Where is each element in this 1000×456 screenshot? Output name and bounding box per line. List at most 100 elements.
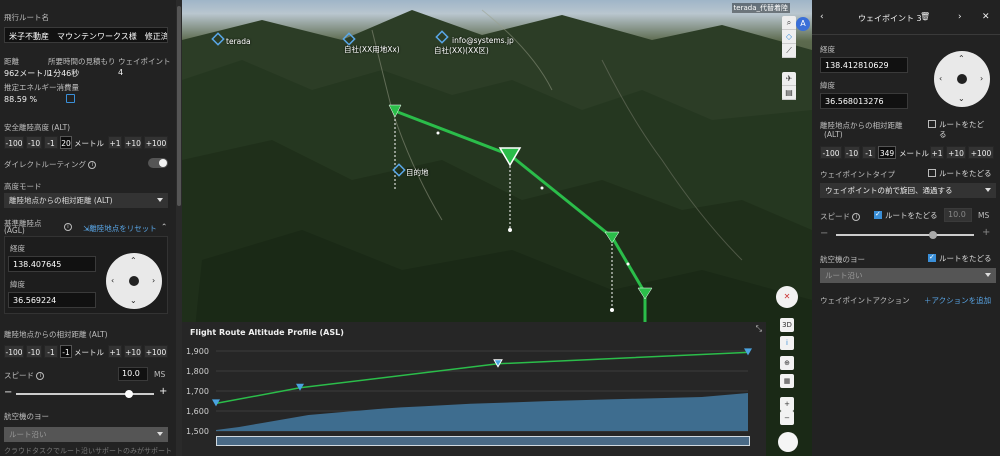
wp-speed-slider-track[interactable] — [836, 234, 974, 236]
rel-alt-minus-10-button[interactable]: -10 — [26, 345, 42, 358]
layers-icon[interactable]: ▤ — [782, 86, 796, 100]
wp-lat-label: 緯度 — [820, 81, 835, 90]
yaw-select[interactable]: ルート沿い — [4, 427, 168, 442]
trash-icon[interactable]: 🗑 — [920, 12, 930, 21]
info-icon[interactable]: i — [36, 372, 45, 380]
arrow-up-icon[interactable]: ⌃ — [958, 55, 965, 63]
speed-slider-track[interactable] — [16, 393, 154, 395]
wp-alt-input[interactable]: 349 — [878, 146, 896, 159]
close-icon[interactable]: ✕ — [982, 12, 990, 22]
header-divider — [812, 34, 1000, 35]
wp-lat-input[interactable]: 36.568013276 — [820, 93, 908, 109]
info-icon[interactable]: i — [852, 213, 861, 221]
wp-type-follow-route-checkbox[interactable] — [928, 169, 936, 177]
reset-takeoff-text[interactable]: 離陸地点をリセット — [89, 224, 157, 233]
record-button[interactable] — [778, 432, 798, 452]
search-icon[interactable]: ⌕ — [782, 16, 796, 30]
locate-icon[interactable]: ⊕ — [780, 356, 794, 370]
arrow-right-icon[interactable]: › — [152, 277, 155, 285]
speed-slider-handle[interactable] — [125, 390, 134, 398]
safe-alt-plus-10-button[interactable]: +10 — [124, 136, 142, 149]
wp-alt-plus-100-button[interactable]: +100 — [968, 146, 994, 159]
info-icon[interactable]: i — [780, 336, 794, 350]
compass-icon[interactable]: ✕ — [776, 286, 798, 308]
altitude-mode-select[interactable]: 離陸地点からの相対距離 (ALT) — [4, 193, 168, 208]
rel-alt-plus-100-button[interactable]: +100 — [144, 345, 168, 358]
relative-altitude-label: 離陸地点からの相対距離 (ALT) — [4, 330, 108, 339]
waypoint-add-icon[interactable]: ◇ — [782, 30, 796, 44]
time-estimate-label: 所要時間の見積もり — [48, 57, 116, 66]
reset-takeoff-link[interactable]: ⇲離陸地点をリセット — [83, 223, 157, 234]
speed-input[interactable]: 10.0 — [118, 367, 148, 381]
add-action-button[interactable]: ＋アクションを追加 — [924, 295, 991, 306]
rel-alt-plus-1-button[interactable]: +1 — [108, 345, 122, 358]
energy-value: 88.59 % — [4, 95, 38, 104]
info-icon[interactable]: i — [88, 161, 97, 169]
route-name-input[interactable]: 米子不動産 マウンテンワークス様 修正済み — [4, 27, 168, 43]
wp-speed-decrease-button[interactable]: − — [820, 228, 828, 239]
drone-icon[interactable]: ✈ — [782, 72, 796, 86]
energy-detail-icon[interactable] — [66, 94, 75, 103]
wp-alt-minus-1-button[interactable]: -1 — [862, 146, 876, 159]
speed-increase-button[interactable]: + — [159, 386, 167, 397]
wp-alt-plus-10-button[interactable]: +10 — [946, 146, 966, 159]
user-avatar[interactable]: A — [796, 17, 810, 31]
arrow-down-icon[interactable]: ⌄ — [130, 297, 137, 305]
profile-range-scrollbar[interactable] — [216, 436, 750, 446]
takeoff-lon-input[interactable]: 138.407645 — [8, 256, 96, 272]
rel-alt-plus-10-button[interactable]: +10 — [124, 345, 142, 358]
wp-speed-input[interactable]: 10.0 — [944, 208, 972, 222]
wp-type-select[interactable]: ウェイポイントの前で旋回、通過する — [820, 183, 996, 198]
joystick-center[interactable] — [129, 276, 139, 286]
safe-alt-minus-10-button[interactable]: -10 — [26, 136, 42, 149]
zoom-out-button[interactable]: − — [780, 411, 794, 425]
previous-waypoint-button[interactable]: ‹ — [820, 12, 824, 22]
arrow-left-icon[interactable]: ‹ — [111, 277, 114, 285]
poi-info-label: info@systems.jp — [452, 36, 514, 45]
chevron-up-icon[interactable]: ⌃ — [161, 222, 167, 231]
3d-toggle-button[interactable]: 3D — [780, 318, 794, 332]
wp-alt-minus-100-button[interactable]: -100 — [820, 146, 842, 159]
rel-alt-minus-1-button[interactable]: -1 — [44, 345, 58, 358]
direct-routing-label: ダイレクトルーティング i — [4, 159, 97, 170]
wp-lon-input[interactable]: 138.412810629 — [820, 57, 908, 73]
safe-alt-plus-100-button[interactable]: +100 — [144, 136, 168, 149]
arrow-down-icon[interactable]: ⌄ — [958, 95, 965, 103]
direct-routing-toggle[interactable] — [148, 158, 168, 168]
add-action-text[interactable]: アクションを追加 — [932, 296, 992, 305]
wp-rel-alt-unit-label: (ALT) — [824, 130, 843, 139]
arrow-right-icon[interactable]: › — [980, 75, 983, 83]
wp-yaw-select[interactable]: ルート沿い — [820, 268, 996, 283]
chevron-down-icon — [985, 188, 991, 192]
alt-follow-route-checkbox[interactable] — [928, 120, 936, 128]
ruler-icon[interactable]: ⟋ — [782, 44, 796, 58]
safe-alt-minus-100-button[interactable]: -100 — [4, 136, 24, 149]
wp-speed-increase-button[interactable]: + — [982, 227, 990, 238]
zoom-in-button[interactable]: + — [780, 397, 794, 411]
rel-alt-unit: メートル — [74, 348, 104, 357]
rel-alt-minus-100-button[interactable]: -100 — [4, 345, 24, 358]
arrow-up-icon[interactable]: ⌃ — [130, 257, 137, 265]
wp-alt-plus-1-button[interactable]: +1 — [930, 146, 944, 159]
speed-follow-route-checkbox[interactable] — [874, 210, 882, 219]
terrain-profile-area — [216, 393, 748, 431]
next-waypoint-button[interactable]: › — [958, 12, 962, 22]
info-icon[interactable]: i — [64, 223, 72, 231]
takeoff-lat-input[interactable]: 36.569224 — [8, 292, 96, 308]
yaw-follow-route-checkbox[interactable] — [928, 253, 936, 262]
takeoff-position-joystick[interactable]: ⌃ ⌄ ‹ › — [106, 253, 162, 309]
waypoint-position-joystick[interactable]: ⌃ ⌄ ‹ › — [934, 51, 990, 107]
arrow-left-icon[interactable]: ‹ — [939, 75, 942, 83]
safe-alt-input[interactable]: 20 — [60, 136, 72, 149]
wp-alt-minus-10-button[interactable]: -10 — [844, 146, 860, 159]
rel-alt-input[interactable]: -1 — [60, 345, 72, 358]
safe-alt-plus-1-button[interactable]: +1 — [108, 136, 122, 149]
distance-label: 距離 — [4, 57, 19, 66]
safe-alt-minus-1-button[interactable]: -1 — [44, 136, 58, 149]
left-scrollbar-thumb[interactable] — [177, 6, 181, 206]
wp-action-label: ウェイポイントアクション — [820, 296, 910, 305]
speed-decrease-button[interactable]: − — [4, 387, 12, 398]
joystick-center[interactable] — [957, 74, 967, 84]
wp-speed-slider-handle[interactable] — [928, 231, 937, 239]
map-type-icon[interactable]: ▦ — [780, 374, 794, 388]
